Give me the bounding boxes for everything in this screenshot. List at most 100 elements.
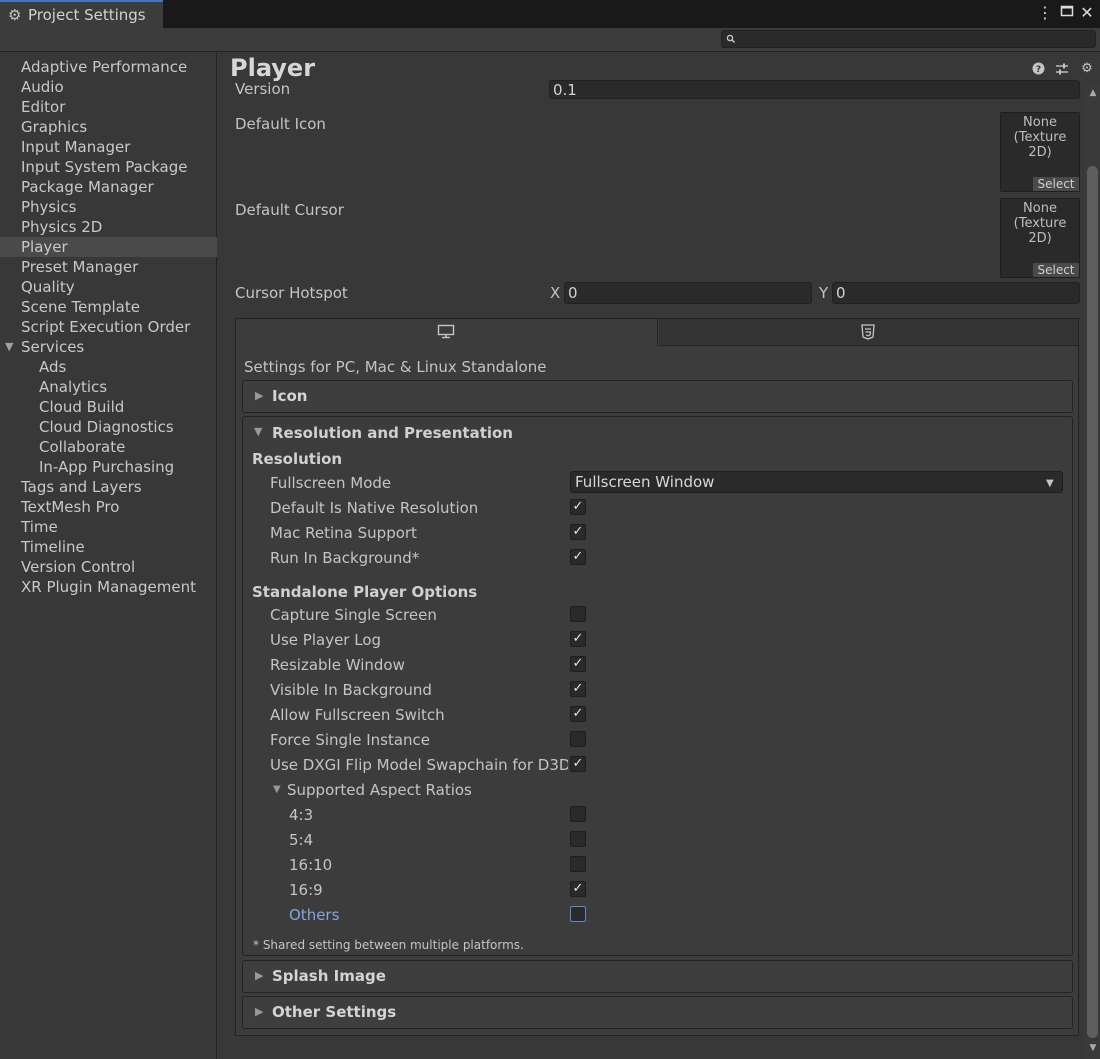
shared-setting-note: * Shared setting between multiple platfo… [253, 938, 524, 952]
sidebar-item-cloud-build[interactable]: Cloud Build [0, 397, 217, 417]
select-button[interactable]: Select [1033, 177, 1079, 191]
mac-retina-support-label: Mac Retina Support [270, 524, 417, 542]
sidebar-item-label: Tags and Layers [21, 478, 142, 496]
sidebar-item-input-system-package[interactable]: Input System Package [0, 157, 217, 177]
sidebar-item-audio[interactable]: Audio [0, 77, 217, 97]
hotspot-y-field[interactable]: 0 [832, 282, 1080, 304]
sidebar-item-analytics[interactable]: Analytics [0, 377, 217, 397]
sidebar-item-time[interactable]: Time [0, 517, 217, 537]
foldout-expanded-icon[interactable]: ▼ [254, 425, 262, 438]
sidebar-item-label: Graphics [21, 118, 88, 136]
capture-single-screen-checkbox[interactable] [570, 606, 586, 622]
aspect-ratio-others-checkbox[interactable] [570, 906, 586, 922]
aspect-ratio-4-3-checkbox[interactable] [570, 806, 586, 822]
sidebar-item-label: XR Plugin Management [21, 578, 196, 596]
foldout-other-settings-section[interactable]: ▶ Other Settings [242, 996, 1073, 1029]
tab-standalone[interactable] [236, 319, 658, 346]
foldout-collapsed-icon: ▶ [255, 1005, 264, 1018]
foldout-splash-image-section[interactable]: ▶ Splash Image [242, 960, 1073, 993]
search-input[interactable] [721, 30, 1096, 48]
sidebar-item-in-app-purchasing[interactable]: In-App Purchasing [0, 457, 217, 477]
sidebar-item-collaborate[interactable]: Collaborate [0, 437, 217, 457]
section-title: Splash Image [272, 967, 386, 985]
default-icon-label: Default Icon [235, 115, 326, 133]
sidebar-item-tags-and-layers[interactable]: Tags and Layers [0, 477, 217, 497]
sidebar-item-label: Physics 2D [21, 218, 103, 236]
presets-icon[interactable] [1055, 62, 1069, 76]
force-single-instance-checkbox[interactable] [570, 731, 586, 747]
aspect-ratio-16-10-checkbox[interactable] [570, 856, 586, 872]
sidebar-item-physics[interactable]: Physics [0, 197, 217, 217]
fullscreen-mode-dropdown[interactable]: Fullscreen Window [570, 471, 1063, 493]
sidebar-item-cloud-diagnostics[interactable]: Cloud Diagnostics [0, 417, 217, 437]
use-player-log-checkbox[interactable]: ✓ [570, 631, 586, 647]
sidebar-item-label: Ads [39, 358, 67, 376]
sidebar-item-graphics[interactable]: Graphics [0, 117, 217, 137]
help-icon[interactable]: ? [1031, 62, 1045, 76]
sidebar-item-quality[interactable]: Quality [0, 277, 217, 297]
dropdown-value: Fullscreen Window [575, 473, 715, 491]
sidebar-item-package-manager[interactable]: Package Manager [0, 177, 217, 197]
select-button[interactable]: Select [1033, 263, 1079, 277]
gear-icon[interactable]: ⚙ [1080, 62, 1094, 76]
scroll-up-icon[interactable]: ▲ [1087, 88, 1099, 98]
sidebar-item-adaptive-performance[interactable]: Adaptive Performance [0, 57, 217, 77]
supported-aspect-ratios-label[interactable]: Supported Aspect Ratios [287, 781, 472, 799]
maximize-icon[interactable] [1058, 4, 1076, 22]
hotspot-x-field[interactable]: 0 [564, 282, 812, 304]
window-tab-title: Project Settings [28, 6, 146, 24]
gear-icon: ⚙ [8, 6, 22, 24]
default-native-resolution-label: Default Is Native Resolution [270, 499, 479, 517]
kebab-menu-icon[interactable]: ⋮ [1036, 4, 1054, 22]
default-cursor-field[interactable]: None (Texture 2D) Select [1000, 198, 1080, 278]
sidebar-item-label: Player [21, 238, 68, 256]
foldout-icon-section[interactable]: ▶ Icon [242, 380, 1073, 413]
sidebar-item-label: Collaborate [39, 438, 126, 456]
version-field[interactable]: 0.1 [549, 80, 1080, 99]
visible-in-background-checkbox[interactable]: ✓ [570, 681, 586, 697]
sidebar-item-services[interactable]: ▼ Services [0, 337, 217, 357]
scroll-down-icon[interactable]: ▼ [1087, 1043, 1099, 1053]
search-icon [726, 31, 738, 45]
sidebar-item-preset-manager[interactable]: Preset Manager [0, 257, 217, 277]
use-dxgi-flip-checkbox[interactable]: ✓ [570, 756, 586, 772]
sidebar-item-label: Audio [21, 78, 64, 96]
svg-text:?: ? [1035, 65, 1040, 75]
sidebar-item-label: In-App Purchasing [39, 458, 175, 476]
sidebar-item-player[interactable]: Player [0, 237, 217, 257]
resizable-window-checkbox[interactable]: ✓ [570, 656, 586, 672]
sidebar-item-label: Version Control [21, 558, 136, 576]
sidebar-item-editor[interactable]: Editor [0, 97, 217, 117]
sidebar-item-timeline[interactable]: Timeline [0, 537, 217, 557]
foldout-expanded-icon[interactable]: ▼ [273, 784, 281, 795]
aspect-ratio-5-4-label: 5:4 [289, 831, 314, 849]
sidebar-item-scene-template[interactable]: Scene Template [0, 297, 217, 317]
default-native-resolution-checkbox[interactable]: ✓ [570, 499, 586, 515]
sidebar-item-textmesh-pro[interactable]: TextMesh Pro [0, 497, 217, 517]
allow-fullscreen-switch-checkbox[interactable]: ✓ [570, 706, 586, 722]
sidebar-item-version-control[interactable]: Version Control [0, 557, 217, 577]
sidebar-item-physics-2d[interactable]: Physics 2D [0, 217, 217, 237]
tab-webgl[interactable] [659, 319, 1078, 346]
capture-single-screen-label: Capture Single Screen [270, 606, 437, 624]
sidebar-item-ads[interactable]: Ads [0, 357, 217, 377]
sidebar-item-input-manager[interactable]: Input Manager [0, 137, 217, 157]
scrollbar-thumb[interactable] [1087, 166, 1098, 1038]
close-icon[interactable]: ✕ [1078, 4, 1096, 22]
window-tab[interactable]: ⚙ Project Settings [0, 0, 163, 28]
sidebar-item-script-execution-order[interactable]: Script Execution Order [0, 317, 217, 337]
object-field-type: (Texture 2D) [1013, 216, 1067, 246]
sidebar-item-label: Cloud Diagnostics [39, 418, 174, 436]
default-icon-field[interactable]: None (Texture 2D) Select [1000, 112, 1080, 192]
section-title[interactable]: Resolution and Presentation [272, 424, 513, 442]
foldout-expanded-icon[interactable]: ▼ [5, 337, 13, 357]
aspect-ratio-5-4-checkbox[interactable] [570, 831, 586, 847]
sidebar-item-xr-plugin-management[interactable]: XR Plugin Management [0, 577, 217, 597]
mac-retina-support-checkbox[interactable]: ✓ [570, 524, 586, 540]
aspect-ratio-16-9-checkbox[interactable]: ✓ [570, 881, 586, 897]
run-in-background-checkbox[interactable]: ✓ [570, 549, 586, 565]
title-bar [0, 0, 1100, 28]
object-field-value: None (Texture 2D) [1001, 201, 1079, 246]
page-title: Player [230, 54, 316, 82]
resolution-header: Resolution [252, 450, 343, 468]
